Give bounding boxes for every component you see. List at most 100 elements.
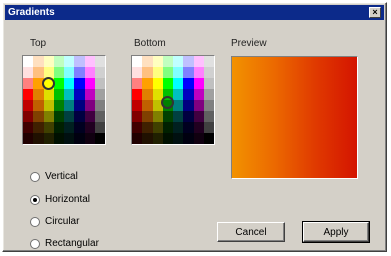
color-swatch[interactable]	[94, 100, 105, 111]
color-swatch[interactable]	[142, 133, 153, 144]
color-swatch[interactable]	[183, 78, 194, 89]
radio-horizontal[interactable]: Horizontal	[30, 194, 90, 205]
radio-rectangular[interactable]: Rectangular	[30, 238, 99, 249]
color-swatch[interactable]	[53, 122, 64, 133]
color-swatch[interactable]	[94, 67, 105, 78]
color-swatch[interactable]	[94, 89, 105, 100]
color-swatch[interactable]	[74, 67, 85, 78]
color-swatch[interactable]	[203, 67, 214, 78]
color-swatch[interactable]	[152, 111, 163, 122]
radio-button-icon[interactable]	[30, 194, 40, 205]
color-swatch[interactable]	[64, 78, 75, 89]
color-swatch[interactable]	[152, 122, 163, 133]
color-swatch[interactable]	[33, 56, 44, 67]
radio-button-icon[interactable]	[30, 238, 40, 249]
color-swatch[interactable]	[84, 100, 95, 111]
color-swatch[interactable]	[203, 56, 214, 67]
color-swatch[interactable]	[142, 78, 153, 89]
color-swatch[interactable]	[64, 100, 75, 111]
color-swatch[interactable]	[74, 78, 85, 89]
color-swatch[interactable]	[142, 122, 153, 133]
color-swatch[interactable]	[173, 89, 184, 100]
color-swatch[interactable]	[33, 67, 44, 78]
close-button[interactable]: ×	[369, 7, 381, 18]
color-swatch[interactable]	[84, 111, 95, 122]
color-swatch[interactable]	[84, 122, 95, 133]
color-swatch[interactable]	[64, 111, 75, 122]
color-swatch[interactable]	[53, 89, 64, 100]
top-color-palette[interactable]	[22, 55, 106, 145]
color-swatch[interactable]	[132, 89, 143, 100]
radio-vertical[interactable]: Vertical	[30, 171, 78, 182]
color-swatch[interactable]	[64, 133, 75, 144]
color-swatch[interactable]	[173, 78, 184, 89]
color-swatch[interactable]	[142, 56, 153, 67]
color-swatch[interactable]	[23, 133, 34, 144]
color-swatch[interactable]	[23, 100, 34, 111]
color-swatch[interactable]	[23, 111, 34, 122]
color-swatch[interactable]	[183, 67, 194, 78]
color-swatch[interactable]	[94, 111, 105, 122]
color-swatch[interactable]	[33, 122, 44, 133]
color-swatch[interactable]	[84, 67, 95, 78]
color-swatch[interactable]	[64, 89, 75, 100]
color-swatch[interactable]	[132, 111, 143, 122]
color-swatch[interactable]	[203, 111, 214, 122]
color-swatch[interactable]	[142, 89, 153, 100]
color-swatch[interactable]	[132, 133, 143, 144]
color-swatch[interactable]	[193, 56, 204, 67]
color-swatch[interactable]	[132, 100, 143, 111]
color-swatch[interactable]	[64, 122, 75, 133]
color-swatch[interactable]	[43, 56, 54, 67]
color-swatch[interactable]	[43, 89, 54, 100]
color-swatch[interactable]	[132, 56, 143, 67]
color-swatch[interactable]	[193, 100, 204, 111]
color-swatch[interactable]	[53, 133, 64, 144]
color-swatch[interactable]	[132, 67, 143, 78]
color-swatch[interactable]	[43, 111, 54, 122]
color-swatch[interactable]	[53, 100, 64, 111]
color-swatch[interactable]	[173, 122, 184, 133]
color-swatch[interactable]	[193, 122, 204, 133]
color-swatch[interactable]	[53, 111, 64, 122]
color-swatch[interactable]	[152, 78, 163, 89]
color-swatch[interactable]	[152, 67, 163, 78]
color-swatch[interactable]	[74, 89, 85, 100]
color-swatch[interactable]	[183, 133, 194, 144]
color-swatch[interactable]	[74, 122, 85, 133]
color-swatch[interactable]	[33, 111, 44, 122]
color-swatch[interactable]	[23, 122, 34, 133]
color-swatch[interactable]	[203, 89, 214, 100]
color-swatch[interactable]	[132, 122, 143, 133]
color-swatch[interactable]	[173, 133, 184, 144]
color-swatch[interactable]	[162, 78, 173, 89]
color-swatch[interactable]	[23, 67, 34, 78]
color-swatch[interactable]	[173, 67, 184, 78]
color-swatch[interactable]	[203, 122, 214, 133]
color-swatch[interactable]	[53, 56, 64, 67]
color-swatch[interactable]	[53, 67, 64, 78]
color-swatch[interactable]	[74, 133, 85, 144]
color-swatch[interactable]	[183, 56, 194, 67]
color-swatch[interactable]	[64, 56, 75, 67]
color-swatch[interactable]	[33, 89, 44, 100]
color-swatch[interactable]	[94, 56, 105, 67]
color-swatch[interactable]	[152, 56, 163, 67]
title-bar[interactable]: Gradients ×	[5, 5, 384, 20]
color-swatch[interactable]	[193, 78, 204, 89]
color-swatch[interactable]	[162, 111, 173, 122]
color-swatch[interactable]	[53, 78, 64, 89]
color-swatch[interactable]	[203, 133, 214, 144]
color-swatch[interactable]	[183, 89, 194, 100]
color-swatch[interactable]	[43, 122, 54, 133]
color-swatch[interactable]	[84, 89, 95, 100]
color-swatch[interactable]	[173, 56, 184, 67]
color-swatch[interactable]	[142, 111, 153, 122]
color-swatch[interactable]	[74, 111, 85, 122]
color-swatch[interactable]	[33, 133, 44, 144]
radio-circular[interactable]: Circular	[30, 216, 79, 227]
color-swatch[interactable]	[84, 78, 95, 89]
color-swatch[interactable]	[33, 100, 44, 111]
color-swatch[interactable]	[64, 67, 75, 78]
color-swatch[interactable]	[193, 67, 204, 78]
